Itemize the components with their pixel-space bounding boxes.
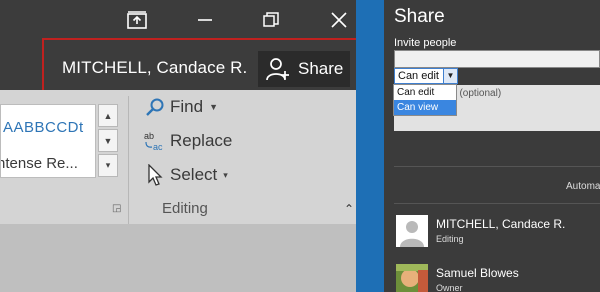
style-intense-reference-preview[interactable]: ntense Re...: [1, 155, 78, 172]
replace-icon: ab ac: [144, 130, 166, 152]
share-pane-title: Share: [394, 6, 445, 27]
svg-text:ab: ab: [144, 131, 154, 141]
replace-label: Replace: [170, 131, 233, 150]
person-role: Editing: [436, 234, 464, 244]
styles-dialog-launcher-icon[interactable]: ◲: [112, 203, 121, 214]
chevron-down-icon: ▼: [209, 102, 218, 112]
styles-scroll: ▲ ▼ ▾: [98, 104, 118, 178]
styles-scroll-up-icon[interactable]: ▲: [98, 104, 118, 127]
shared-person-item[interactable]: Samuel Blowes Owner: [396, 264, 600, 292]
ribbon-display-options-icon[interactable]: [124, 7, 150, 33]
account-name[interactable]: MITCHELL, Candace R.: [62, 58, 247, 78]
chevron-down-icon: ▾: [223, 169, 228, 180]
styles-scroll-down-icon[interactable]: ▼: [98, 129, 118, 152]
group-separator: [128, 96, 129, 224]
shared-person-item[interactable]: MITCHELL, Candace R. Editing: [396, 215, 600, 255]
person-role: Owner: [436, 283, 463, 292]
share-button-label: Share: [298, 59, 344, 78]
restore-icon[interactable]: [258, 7, 284, 33]
chevron-down-icon[interactable]: ▼: [443, 68, 458, 84]
permission-selected-value: Can edit: [398, 70, 439, 82]
divider: [394, 203, 600, 204]
styles-gallery[interactable]: AABBCCDt ntense Re...: [0, 104, 96, 178]
permission-option-can-view[interactable]: Can view: [394, 100, 456, 115]
collapse-ribbon-icon[interactable]: ⌃: [344, 202, 354, 216]
invite-people-label: Invite people: [394, 37, 457, 49]
document-area: [0, 224, 356, 292]
styles-more-icon[interactable]: ▾: [98, 154, 118, 177]
automatic-send-option-label[interactable]: Automa: [566, 181, 600, 192]
find-label: Find: [170, 97, 204, 116]
default-user-icon: [396, 215, 428, 247]
cursor-icon: [144, 164, 166, 186]
permission-select[interactable]: Can edit ▼: [394, 68, 458, 84]
add-person-icon: [266, 58, 289, 81]
permission-dropdown: Can edit Can view: [393, 84, 457, 116]
style-heading-preview[interactable]: AABBCCDt: [3, 119, 84, 136]
invite-people-input[interactable]: [394, 50, 600, 68]
word-window: MITCHELL, Candace R. Share AABBCCDt nten…: [0, 0, 356, 292]
minimize-icon[interactable]: [192, 7, 218, 33]
svg-text:ac: ac: [153, 142, 163, 152]
share-button[interactable]: Share: [258, 51, 350, 87]
pane-accent-bar: [356, 0, 384, 292]
find-icon: [144, 96, 166, 118]
select-label: Select: [170, 165, 218, 184]
photo-avatar: [396, 264, 428, 292]
editing-group-label: Editing: [162, 200, 208, 217]
close-icon[interactable]: [326, 7, 352, 33]
divider: [394, 166, 600, 167]
find-button[interactable]: Find ▼: [144, 94, 218, 120]
person-name: Samuel Blowes: [436, 266, 519, 280]
permission-option-can-edit[interactable]: Can edit: [394, 85, 456, 100]
replace-button[interactable]: ab ac Replace: [144, 128, 232, 154]
person-name: MITCHELL, Candace R.: [436, 217, 566, 231]
select-button[interactable]: Select ▾: [144, 162, 228, 188]
